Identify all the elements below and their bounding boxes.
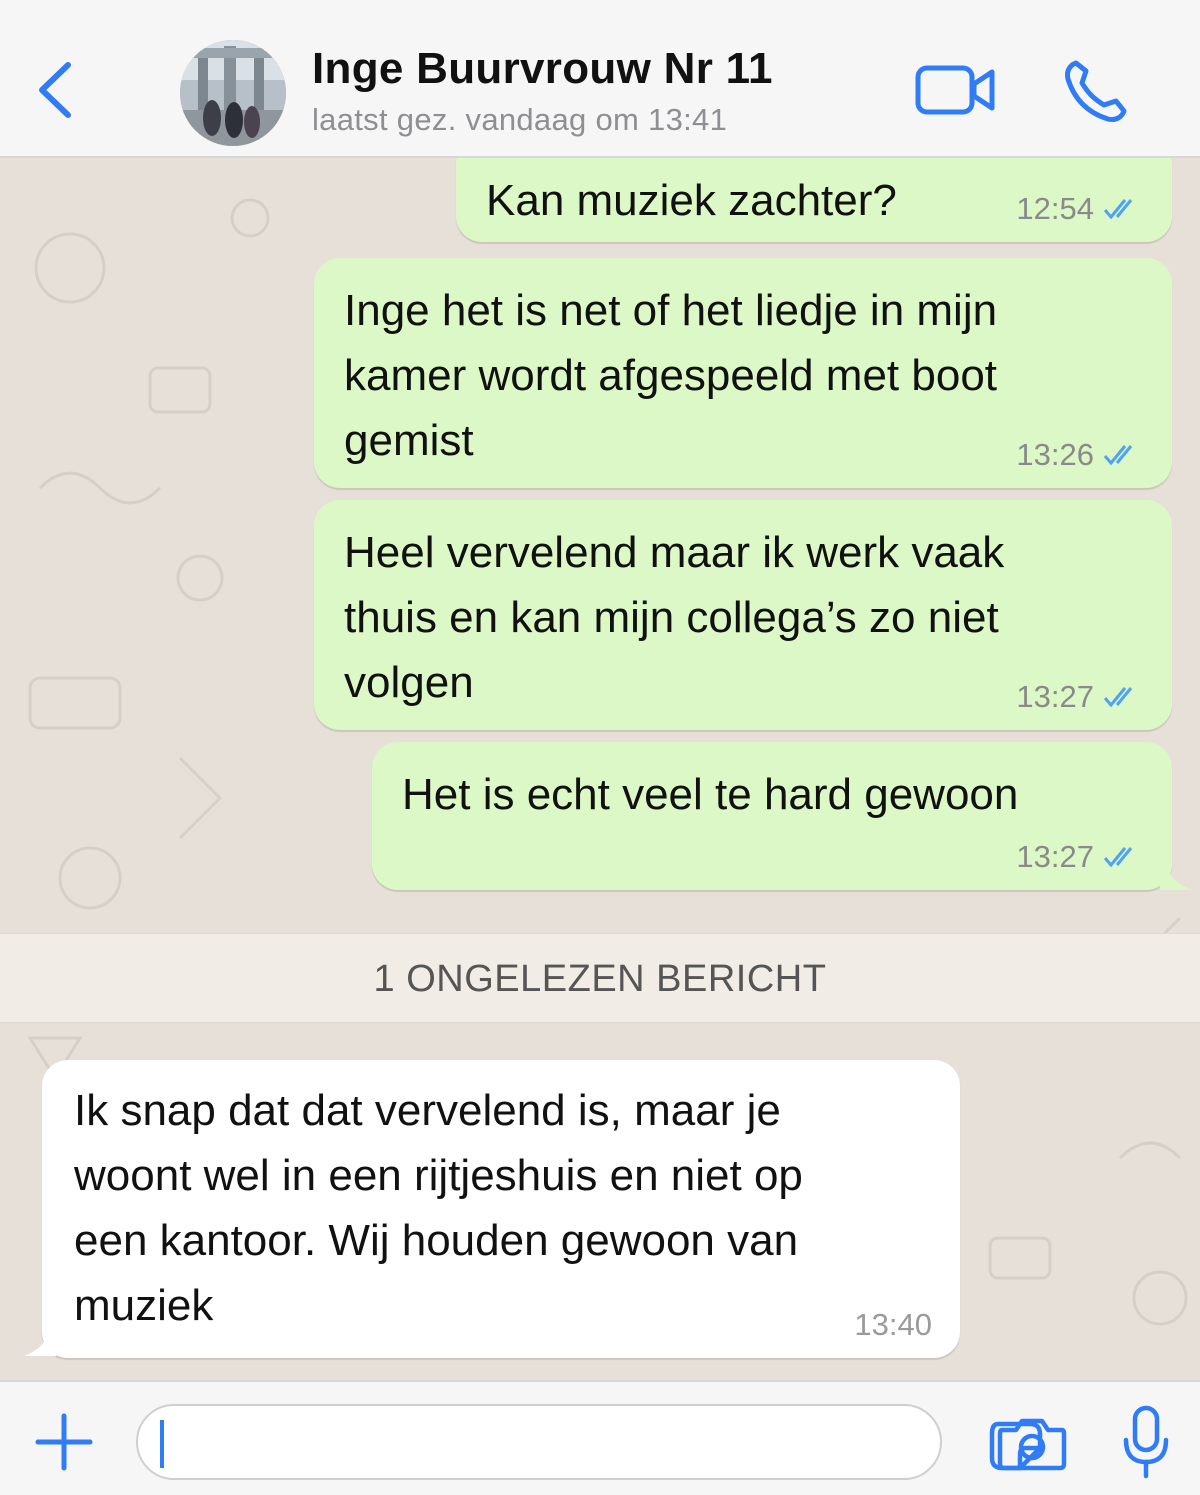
last-seen-status: laatst gez. vandaag om 13:41	[312, 102, 728, 137]
video-camera-icon	[915, 65, 995, 115]
message-time: 13:40	[854, 1307, 932, 1342]
message-incoming[interactable]: Ik snap dat dat vervelend is, maar je wo…	[42, 1060, 960, 1358]
attach-button[interactable]	[32, 1410, 96, 1474]
message-text: Ik snap dat dat vervelend is, maar je wo…	[74, 1086, 803, 1330]
message-meta: 12:54	[1016, 192, 1144, 226]
text-caret	[160, 1420, 164, 1468]
contact-name[interactable]: Inge Buurvrouw Nr 11	[312, 44, 773, 94]
message-meta: 13:27	[1016, 840, 1144, 874]
message-outgoing[interactable]: Heel vervelend maar ik werk vaak thuis e…	[314, 500, 1172, 730]
composer-bar	[0, 1380, 1200, 1495]
voice-message-button[interactable]	[1120, 1404, 1172, 1484]
video-call-button[interactable]	[912, 60, 998, 120]
avatar-photo	[180, 40, 286, 146]
camera-button[interactable]	[996, 1416, 1068, 1472]
message-text: Het is echt veel te hard gewoon	[402, 770, 1019, 819]
read-ticks-icon	[1103, 687, 1133, 708]
microphone-icon	[1123, 1405, 1169, 1479]
chat-screen: Inge Buurvrouw Nr 11 laatst gez. vandaag…	[0, 0, 1200, 1495]
bubble-tail-incoming	[24, 1328, 56, 1356]
message-list[interactable]: Kan muziek zachter? 12:54 Inge het is ne…	[0, 158, 1200, 1380]
read-ticks-icon	[1103, 199, 1133, 220]
message-outgoing[interactable]: Kan muziek zachter? 12:54	[456, 158, 1172, 242]
avatar[interactable]	[180, 40, 286, 146]
plus-icon	[35, 1413, 93, 1471]
message-time: 13:27	[1016, 679, 1094, 714]
phone-icon	[1065, 60, 1127, 122]
unread-divider: 1 ONGELEZEN BERICHT	[0, 933, 1200, 1023]
message-outgoing[interactable]: Inge het is net of het liedje in mijn ka…	[314, 258, 1172, 488]
chevron-left-icon	[39, 62, 71, 118]
message-meta: 13:27	[1016, 680, 1144, 714]
message-outgoing[interactable]: Het is echt veel te hard gewoon 13:27	[372, 742, 1172, 890]
message-time: 12:54	[1016, 191, 1094, 226]
message-time: 13:26	[1016, 437, 1094, 472]
chat-header: Inge Buurvrouw Nr 11 laatst gez. vandaag…	[0, 0, 1200, 158]
message-meta: 13:40	[854, 1308, 932, 1342]
back-button[interactable]	[28, 55, 88, 125]
read-ticks-icon	[1103, 847, 1133, 868]
voice-call-button[interactable]	[1060, 55, 1130, 125]
bubble-tail-outgoing	[1160, 864, 1192, 890]
message-time: 13:27	[1016, 839, 1094, 874]
message-input[interactable]	[136, 1404, 1043, 1480]
read-ticks-icon	[1103, 445, 1133, 466]
message-meta: 13:26	[1016, 438, 1144, 472]
camera-icon	[997, 1418, 1067, 1471]
